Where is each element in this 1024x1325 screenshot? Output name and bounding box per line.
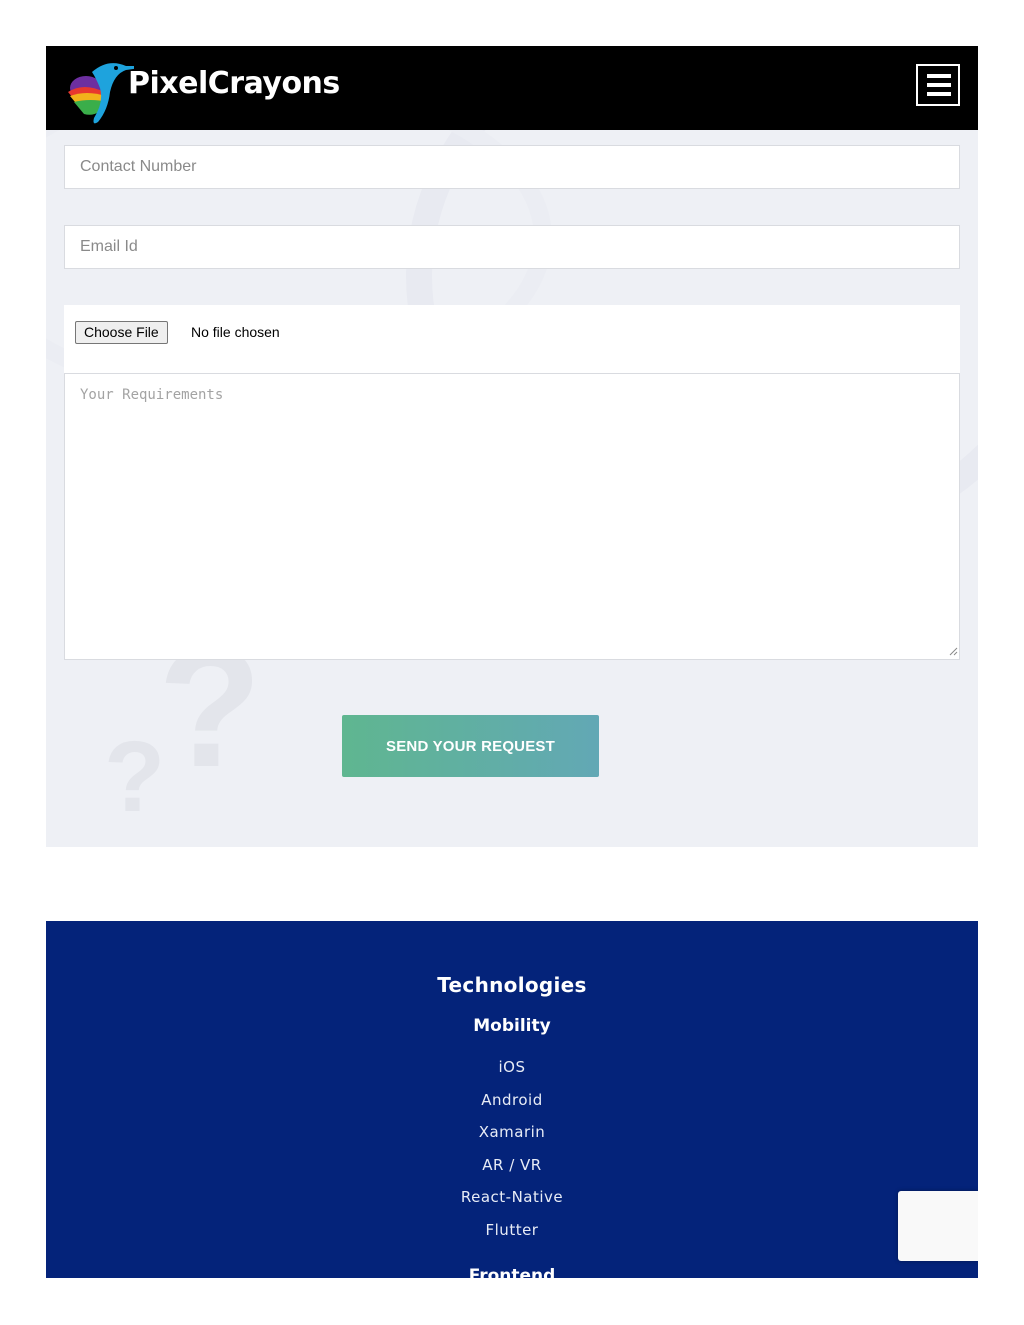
footer-category-next[interactable]: Frontend — [46, 1266, 978, 1278]
choose-file-button[interactable]: Choose File — [75, 321, 168, 344]
site-footer: Technologies Mobility iOS Android Xamari… — [46, 921, 978, 1278]
list-item[interactable]: Xamarin — [46, 1123, 978, 1156]
technology-list: iOS Android Xamarin AR / VR React-Native… — [46, 1058, 978, 1253]
email-input[interactable] — [64, 225, 960, 269]
recaptcha-badge[interactable] — [898, 1191, 978, 1261]
hamburger-menu-icon[interactable] — [916, 64, 960, 106]
file-upload-row: Choose File No file chosen — [64, 305, 960, 373]
list-item[interactable]: Flutter — [46, 1221, 978, 1254]
hummingbird-logo-icon[interactable] — [64, 52, 134, 126]
footer-heading: Technologies — [437, 973, 587, 997]
list-item[interactable]: AR / VR — [46, 1156, 978, 1189]
brand-name[interactable]: PixelCrayons — [128, 66, 340, 101]
send-request-button[interactable]: SEND YOUR REQUEST — [342, 715, 599, 777]
request-form-section: ? ? Choose File No file chosen SEND YOUR… — [46, 130, 978, 847]
list-item[interactable]: iOS — [46, 1058, 978, 1091]
resize-grip-icon[interactable] — [949, 647, 958, 656]
question-mark-decoration: ? — [104, 721, 166, 833]
list-item[interactable]: Android — [46, 1091, 978, 1124]
file-status-text: No file chosen — [191, 324, 280, 340]
footer-category[interactable]: Mobility — [46, 1016, 978, 1036]
site-header: PixelCrayons — [46, 46, 978, 130]
contact-number-input[interactable] — [64, 145, 960, 189]
requirements-textarea[interactable] — [64, 373, 960, 660]
list-item[interactable]: React-Native — [46, 1188, 978, 1221]
